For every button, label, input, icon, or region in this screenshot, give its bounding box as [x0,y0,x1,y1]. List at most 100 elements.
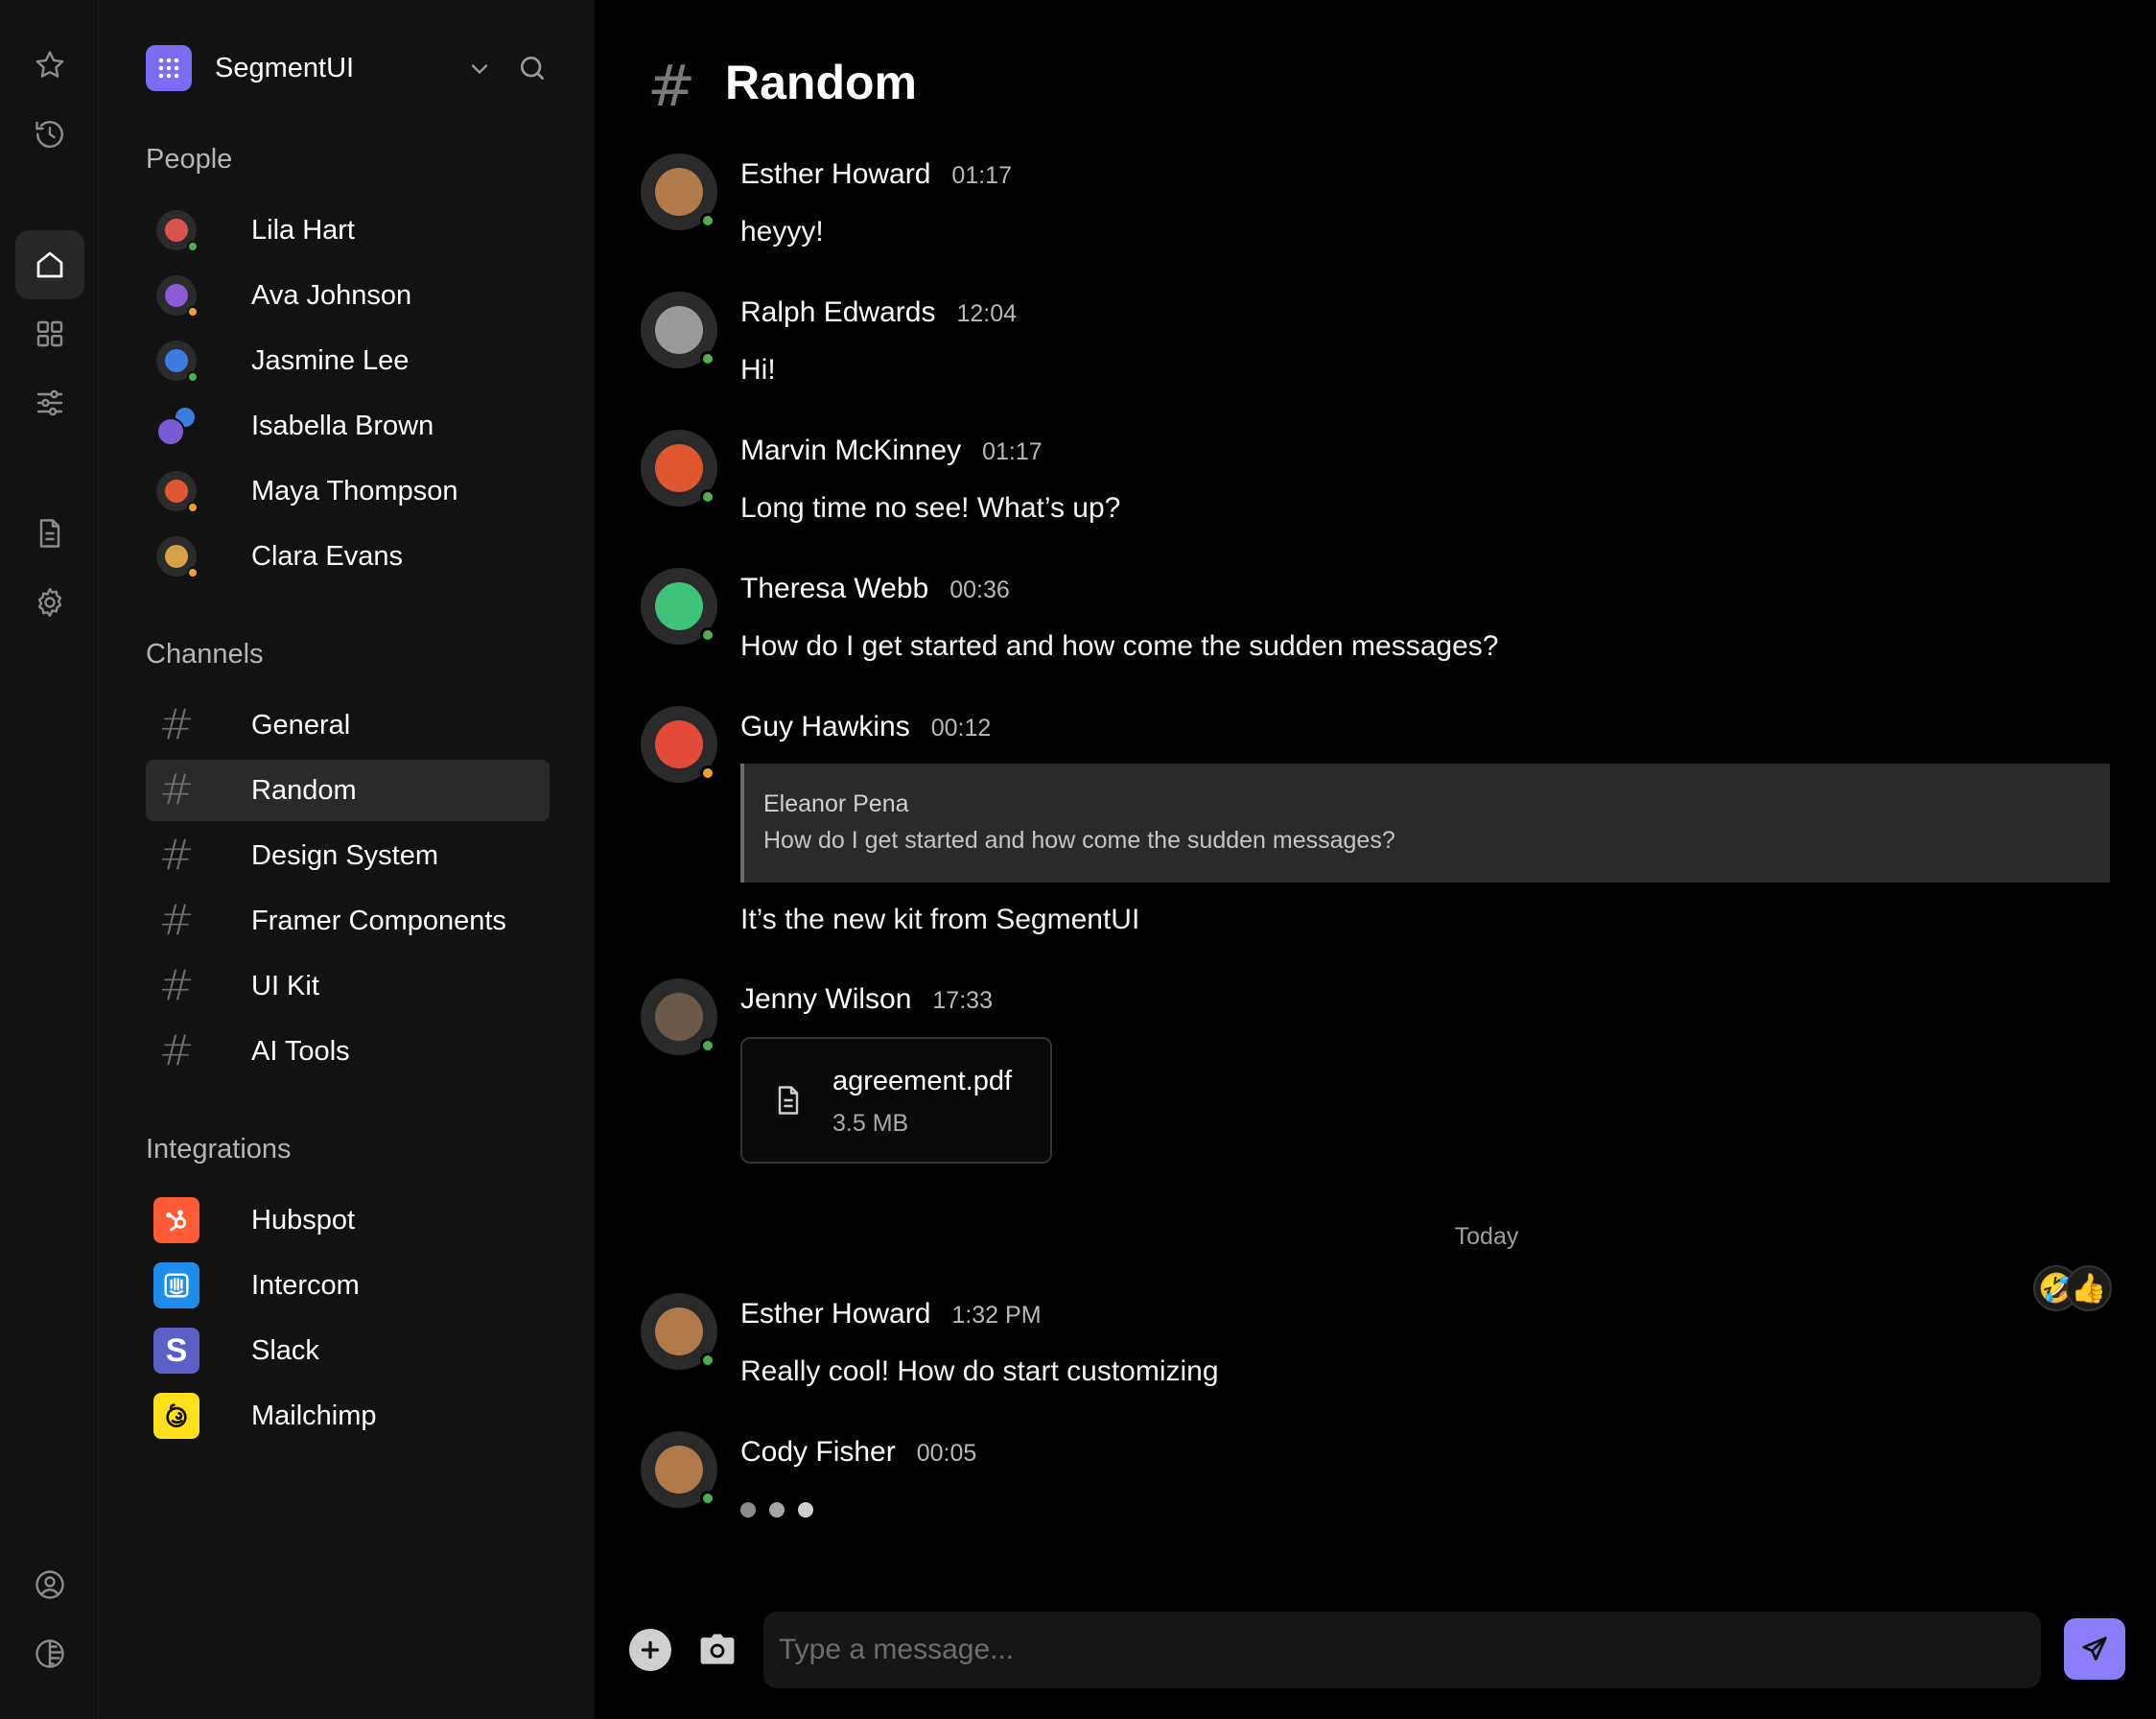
document-icon [771,1083,806,1118]
status-dot [187,567,199,578]
document-icon[interactable] [15,499,84,568]
status-dot [700,1353,715,1368]
channel-item-ui-kit[interactable]: # UI Kit [146,955,550,1017]
integration-item-slack[interactable]: S Slack [146,1320,550,1381]
avatar[interactable] [641,153,717,230]
chevron-down-icon[interactable] [466,56,493,82]
history-icon[interactable] [15,100,84,169]
channel-item-ai-tools[interactable]: # AI Tools [146,1021,550,1082]
integration-item-mailchimp[interactable]: Mailchimp [146,1385,550,1447]
avatar[interactable] [641,978,717,1055]
person-item[interactable]: Isabella Brown [146,395,550,457]
star-icon[interactable] [15,31,84,100]
channel-name: AI Tools [251,1036,350,1067]
mailchimp-icon [153,1393,199,1439]
intercom-icon [153,1262,199,1308]
message-author[interactable]: Marvin McKinney 01:17 [740,435,1043,467]
theme-icon[interactable] [15,1619,84,1688]
avatar[interactable] [641,1431,717,1508]
person-item[interactable]: Maya Thompson [146,460,550,522]
message-author[interactable]: Theresa Webb 00:36 [740,573,1010,605]
message-time: 17:33 [932,987,993,1014]
avatar[interactable] [641,568,717,645]
avatar[interactable] [641,430,717,506]
message-author[interactable]: Jenny Wilson 17:33 [740,983,993,1016]
avatar [156,341,199,383]
message-author[interactable]: Esther Howard 01:17 [740,158,1012,191]
status-dot [187,371,199,383]
person-item[interactable]: Lila Hart [146,200,550,261]
integration-name: Hubspot [251,1205,356,1236]
person-item[interactable]: Ava Johnson [146,265,550,326]
date-divider: Today [1454,1223,1519,1250]
grid-icon[interactable] [15,299,84,368]
person-item[interactable]: Jasmine Lee [146,330,550,391]
channel-item-framer-components[interactable]: # Framer Components [146,890,550,952]
settings-icon[interactable] [15,568,84,637]
people-section-title: People [146,144,233,175]
camera-icon[interactable] [696,1629,738,1671]
file-attachment[interactable]: agreement.pdf 3.5 MB [740,1037,1052,1164]
send-button[interactable] [2064,1618,2125,1680]
workspace-logo[interactable] [146,45,192,91]
message-input[interactable] [763,1612,2041,1688]
avatar [156,471,199,513]
hash-icon: # [158,700,195,749]
hash-icon: # [158,765,195,814]
reaction-thumbs-up[interactable]: 👍 [2066,1265,2112,1311]
message-text: Long time no see! What’s up? [740,492,1121,524]
sliders-icon[interactable] [15,368,84,437]
avatar[interactable] [641,1293,717,1370]
avatar [156,536,199,578]
message-time: 00:12 [930,715,992,742]
status-dot [700,489,715,505]
status-dot [700,765,715,781]
typing-indicator [740,1502,813,1518]
workspace-name[interactable]: SegmentUI [215,53,354,84]
avatar [156,275,199,318]
message-author[interactable]: Esther Howard 1:32 PM [740,1298,1042,1330]
message-time: 00:05 [916,1440,977,1467]
message-time: 01:17 [951,162,1012,189]
status-dot [187,241,199,252]
status-dot [700,1038,715,1053]
hash-icon: # [158,896,195,945]
home-icon[interactable] [15,230,84,299]
integration-name: Mailchimp [251,1401,377,1431]
message-text: Really cool! How do start customizing [740,1355,1219,1387]
person-item[interactable]: Clara Evans [146,526,550,587]
message-text: heyyy! [740,216,824,247]
hash-icon: # [158,961,195,1010]
file-size: 3.5 MB [832,1110,909,1137]
integrations-section-title: Integrations [146,1134,292,1165]
status-dot [700,213,715,228]
channel-item-general[interactable]: # General [146,695,550,756]
message-author[interactable]: Guy Hawkins 00:12 [740,711,991,743]
hash-icon: # [647,53,696,120]
avatar[interactable] [641,706,717,783]
message-author[interactable]: Ralph Edwards 12:04 [740,296,1017,329]
channel-name: UI Kit [251,971,319,1001]
add-attachment-button[interactable] [629,1629,671,1671]
message-time: 1:32 PM [951,1302,1042,1329]
channel-name: Framer Components [251,906,506,936]
search-icon[interactable] [517,53,548,83]
status-dot [700,351,715,366]
hubspot-icon [153,1197,199,1243]
channel-item-random[interactable]: # Random [146,760,550,821]
message-author[interactable]: Cody Fisher 00:05 [740,1436,976,1469]
channel-name: General [251,710,351,741]
quoted-message[interactable]: Eleanor Pena How do I get started and ho… [740,764,2110,883]
person-name: Clara Evans [251,541,403,572]
user-circle-icon[interactable] [15,1550,84,1619]
avatar[interactable] [641,292,717,368]
reactions: 🤣 👍 [2033,1265,2114,1313]
message-text: Hi! [740,354,776,386]
integration-item-hubspot[interactable]: Hubspot [146,1189,550,1251]
message-time: 12:04 [956,300,1017,327]
icon-rail [0,0,99,1719]
avatar [156,210,199,252]
person-name: Ava Johnson [251,280,412,311]
integration-item-intercom[interactable]: Intercom [146,1255,550,1316]
channel-item-design-system[interactable]: # Design System [146,825,550,886]
